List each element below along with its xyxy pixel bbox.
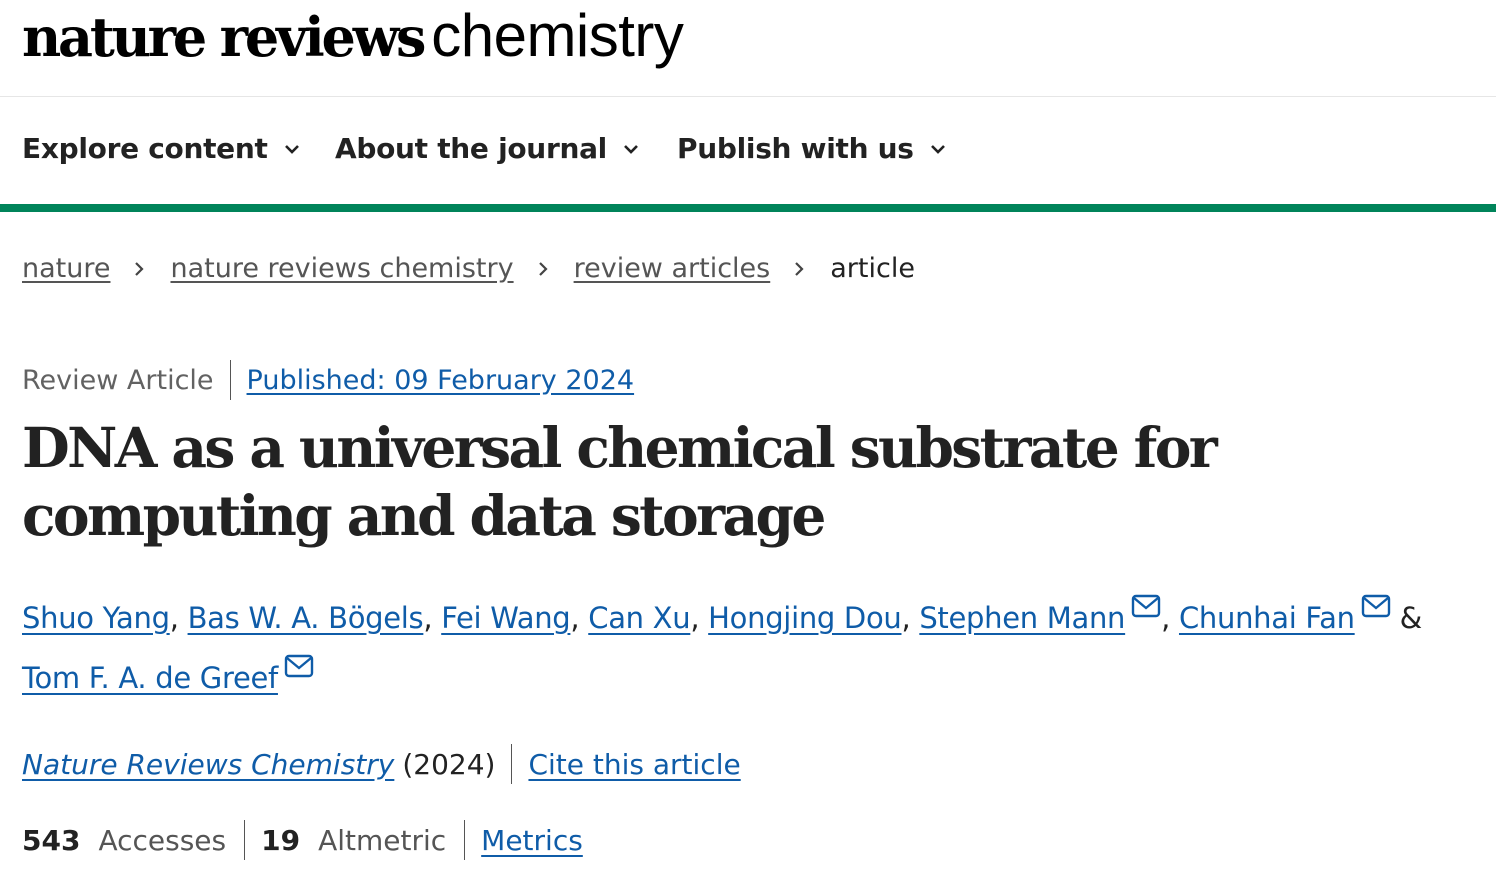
logo-nature-reviews: nature reviews — [22, 5, 426, 69]
author-list: Shuo Yang, Bas W. A. Bögels, Fei Wang, C… — [22, 588, 1482, 708]
chevron-right-icon — [795, 261, 804, 276]
cite-this-article-link[interactable]: Cite this article — [528, 748, 740, 781]
mail-icon[interactable] — [284, 654, 314, 678]
nav-about-the-journal[interactable]: About the journal — [335, 132, 641, 165]
published-date-link[interactable]: Published: 09 February 2024 — [247, 365, 635, 396]
chevron-down-icon — [930, 144, 945, 154]
article-metrics: 543 Accesses 19 Altmetric Metrics — [22, 820, 583, 860]
article-title: DNA as a universal chemical substrate fo… — [22, 415, 1218, 548]
divider — [244, 820, 246, 860]
journal-link[interactable]: Nature Reviews Chemistry — [22, 748, 394, 781]
author-link[interactable]: Chunhai Fan — [1179, 601, 1355, 635]
metrics-link[interactable]: Metrics — [481, 824, 583, 857]
altmetric-count: 19 — [261, 823, 301, 857]
accesses-count: 543 — [22, 823, 81, 857]
breadcrumb-nature[interactable]: nature — [22, 253, 110, 284]
nav-item-label: About the journal — [335, 132, 607, 165]
article-type: Review Article — [22, 364, 214, 396]
accesses-label: Accesses — [98, 823, 227, 857]
author-link[interactable]: Hongjing Dou — [708, 601, 902, 635]
publication-year: (2024) — [402, 747, 496, 781]
main-nav: Explore content About the journal Publis… — [0, 98, 1496, 204]
chevron-right-icon — [135, 261, 145, 276]
mail-icon[interactable] — [1361, 594, 1391, 618]
altmetric-label: Altmetric — [318, 823, 447, 857]
nav-item-label: Publish with us — [677, 132, 914, 165]
nav-publish-with-us[interactable]: Publish with us — [677, 132, 948, 165]
author-link[interactable]: Can Xu — [588, 601, 690, 635]
mail-icon[interactable] — [1131, 594, 1161, 618]
chevron-right-icon — [538, 261, 548, 276]
nav-accent-bar — [0, 204, 1496, 212]
author-link[interactable]: Stephen Mann — [919, 601, 1125, 635]
site-header: nature reviews chemistry — [0, 0, 1496, 97]
breadcrumb-nature-reviews-chemistry[interactable]: nature reviews chemistry — [170, 253, 513, 284]
author-link[interactable]: Bas W. A. Bögels — [188, 601, 424, 635]
chevron-down-icon — [284, 144, 299, 154]
nav-explore-content[interactable]: Explore content — [22, 132, 302, 165]
logo-chemistry: chemistry — [431, 2, 684, 69]
divider — [464, 820, 466, 860]
chevron-down-icon — [624, 144, 638, 154]
divider — [229, 360, 231, 400]
article-meta: Review Article Published: 09 February 20… — [22, 360, 634, 400]
divider — [511, 744, 513, 784]
journal-citation: Nature Reviews Chemistry (2024) Cite thi… — [22, 744, 741, 784]
site-logo[interactable]: nature reviews chemistry — [22, 5, 684, 69]
breadcrumb: nature nature reviews chemistry review a… — [22, 253, 915, 284]
author-link[interactable]: Fei Wang — [441, 601, 571, 635]
nav-item-label: Explore content — [22, 132, 268, 165]
author-link[interactable]: Shuo Yang — [22, 601, 170, 635]
author-ampersand: & — [1399, 601, 1423, 635]
breadcrumb-review-articles[interactable]: review articles — [574, 253, 771, 284]
breadcrumb-current: article — [830, 253, 915, 284]
author-link[interactable]: Tom F. A. de Greef — [22, 661, 278, 695]
